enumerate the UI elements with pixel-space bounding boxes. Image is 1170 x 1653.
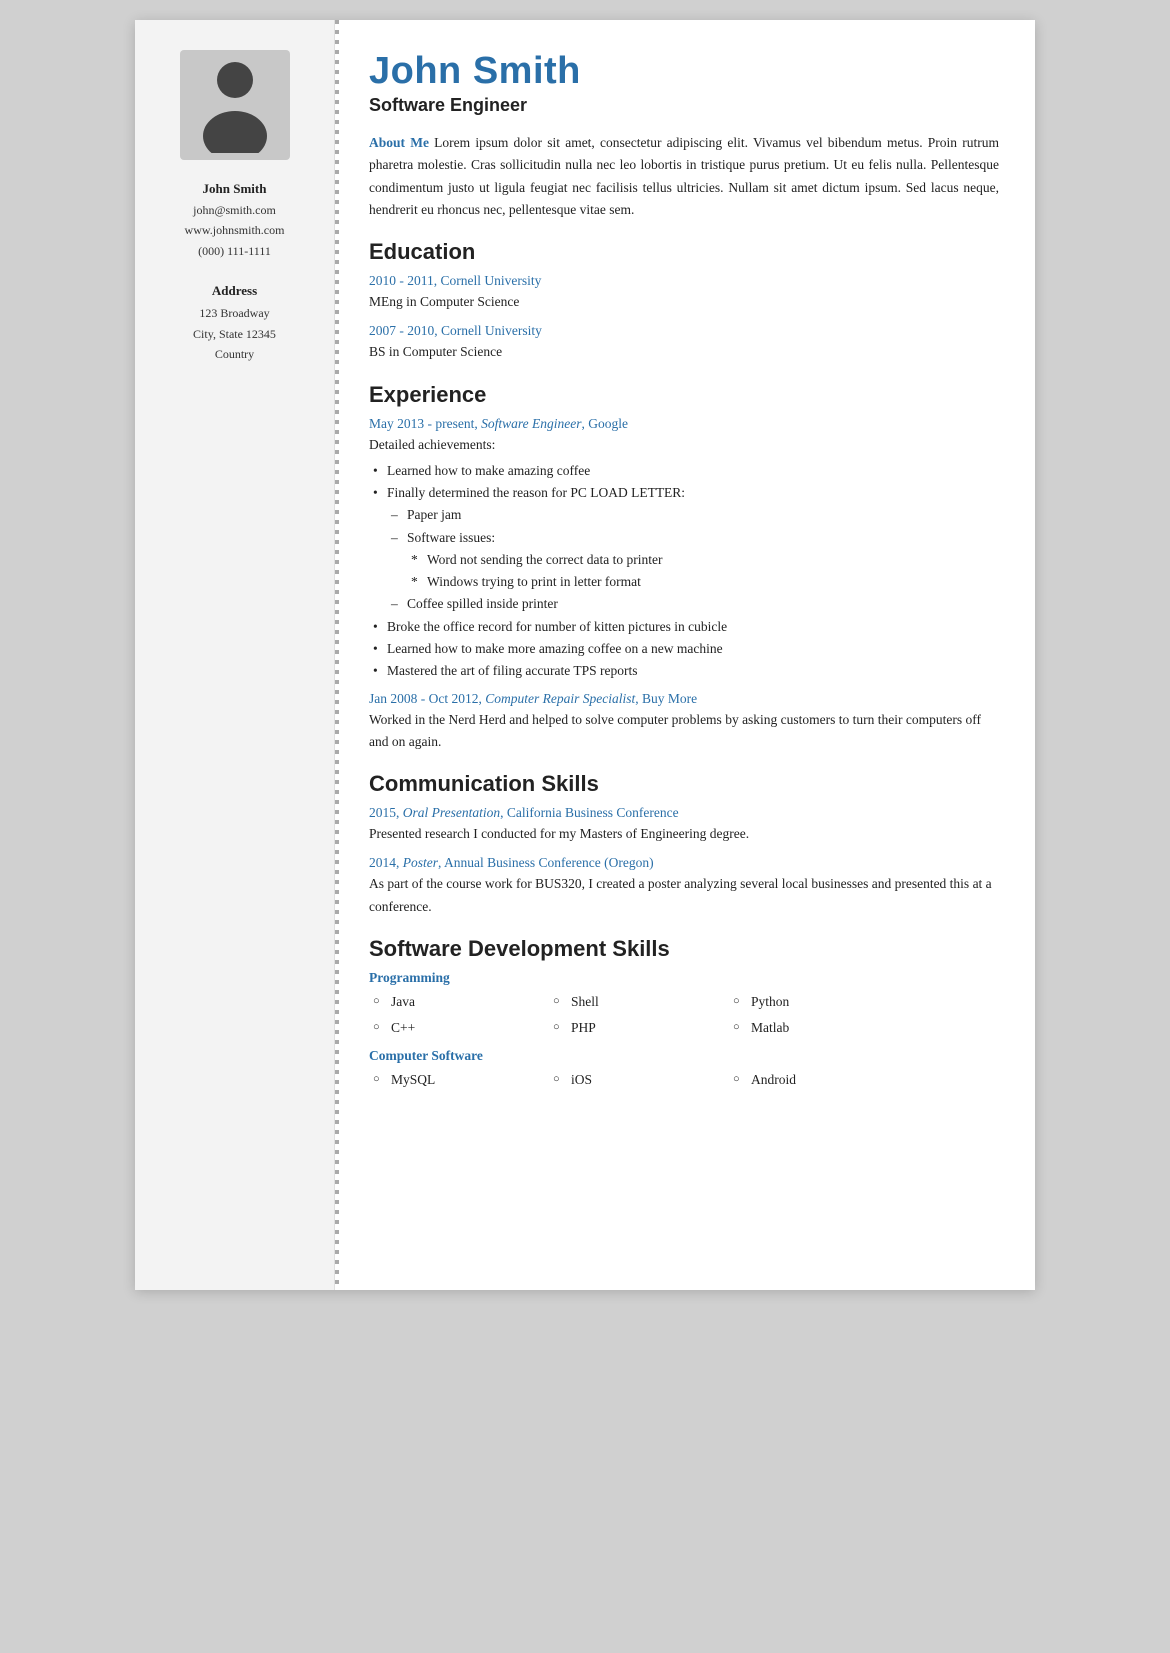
avatar-icon [195,58,275,153]
address-label: Address [212,283,257,299]
comm-entry-2: 2014, Poster, Annual Business Conference… [369,855,999,918]
skill-php: PHP [549,1016,729,1040]
experience-entry-1-header: May 2013 - present, Software Engineer, G… [369,416,999,432]
experience-entry-2-header: Jan 2008 - Oct 2012, Computer Repair Spe… [369,691,999,707]
job-title: Software Engineer [369,95,999,116]
communication-title: Communication Skills [369,771,999,797]
sidebar-phone: (000) 111-1111 [185,241,285,261]
skill-java: Java [369,990,549,1014]
experience-entry-2-body: Worked in the Nerd Herd and helped to so… [369,709,999,754]
bullet-kitten: Broke the office record for number of ki… [369,616,999,638]
skill-matlab: Matlab [729,1016,909,1040]
skill-cpp: C++ [369,1016,549,1040]
resume-page: John Smith john@smith.com www.johnsmith.… [135,20,1035,1290]
address-line2: City, State 12345 [193,324,276,344]
sidebar-contact: John Smith john@smith.com www.johnsmith.… [185,178,285,261]
experience-entry-1-intro: Detailed achievements: [369,434,999,456]
computer-software-label: Computer Software [369,1048,999,1064]
sub-sub-windows: Windows trying to print in letter format [407,571,999,593]
programming-grid: Java Shell Python C++ PHP Matlab [369,990,999,1041]
sidebar-address: 123 Broadway City, State 12345 Country [193,303,276,364]
education-entry-2-body: BS in Computer Science [369,341,999,363]
skill-mysql: MySQL [369,1068,549,1092]
sidebar-email: john@smith.com [185,200,285,220]
experience-section: Experience May 2013 - present, Software … [369,382,999,753]
bullet-coffee: Learned how to make amazing coffee [369,460,999,482]
computer-software-grid: MySQL iOS Android [369,1068,999,1092]
education-entry-1: 2010 - 2011, Cornell University MEng in … [369,273,999,313]
sidebar-name: John Smith [185,178,285,200]
sub-sub-word: Word not sending the correct data to pri… [407,549,999,571]
sub-list-pcload: Paper jam Software issues: Word not send… [387,504,999,615]
sub-paper-jam: Paper jam [387,504,999,526]
comm-entry-2-body: As part of the course work for BUS320, I… [369,873,999,918]
about-me-section: About Me Lorem ipsum dolor sit amet, con… [369,132,999,221]
education-entry-1-body: MEng in Computer Science [369,291,999,313]
experience-entry-1: May 2013 - present, Software Engineer, G… [369,416,999,683]
communication-skills-section: Communication Skills 2015, Oral Presenta… [369,771,999,918]
education-title: Education [369,239,999,265]
sub-software-issues: Software issues: Word not sending the co… [387,527,999,594]
comm-entry-1-body: Presented research I conducted for my Ma… [369,823,999,845]
bullet-pcload: Finally determined the reason for PC LOA… [369,482,999,616]
about-me-text: About Me Lorem ipsum dolor sit amet, con… [369,132,999,221]
main-content: John Smith Software Engineer About Me Lo… [339,20,1035,1290]
sidebar-website: www.johnsmith.com [185,220,285,240]
experience-entry-2: Jan 2008 - Oct 2012, Computer Repair Spe… [369,691,999,754]
experience-entry-1-bullets: Learned how to make amazing coffee Final… [369,460,999,683]
comm-entry-2-header: 2014, Poster, Annual Business Conference… [369,855,999,871]
education-entry-2-header: 2007 - 2010, Cornell University [369,323,999,339]
about-me-label: About Me [369,135,429,150]
comm-entry-1-header: 2015, Oral Presentation, California Busi… [369,805,999,821]
skill-python: Python [729,990,909,1014]
avatar [180,50,290,160]
full-name: John Smith [369,50,999,93]
software-skills-title: Software Development Skills [369,936,999,962]
address-line3: Country [193,344,276,364]
skill-ios: iOS [549,1068,729,1092]
software-skills-section: Software Development Skills Programming … [369,936,999,1093]
bullet-coffee2: Learned how to make more amazing coffee … [369,638,999,660]
about-me-body: Lorem ipsum dolor sit amet, consectetur … [369,135,999,217]
sub-coffee-spill: Coffee spilled inside printer [387,593,999,615]
programming-label: Programming [369,970,999,986]
education-entry-1-header: 2010 - 2011, Cornell University [369,273,999,289]
address-line1: 123 Broadway [193,303,276,323]
sidebar: John Smith john@smith.com www.johnsmith.… [135,20,335,1290]
comm-entry-1: 2015, Oral Presentation, California Busi… [369,805,999,845]
education-section: Education 2010 - 2011, Cornell Universit… [369,239,999,364]
header-section: John Smith Software Engineer [369,50,999,116]
skill-android: Android [729,1068,909,1092]
education-entry-2: 2007 - 2010, Cornell University BS in Co… [369,323,999,363]
sub-sub-list-software: Word not sending the correct data to pri… [407,549,999,594]
skill-shell: Shell [549,990,729,1014]
bullet-tps: Mastered the art of filing accurate TPS … [369,660,999,682]
experience-title: Experience [369,382,999,408]
